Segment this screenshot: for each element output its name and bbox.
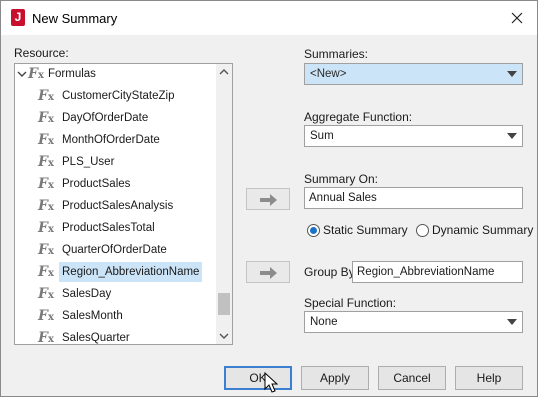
help-button-label: Help	[476, 371, 502, 385]
formula-icon: Fx	[38, 264, 54, 280]
aggregate-label: Aggregate Function:	[304, 110, 413, 124]
aggregate-function-dropdown[interactable]: Sum	[304, 125, 523, 147]
add-summary-on-button[interactable]	[246, 188, 290, 210]
close-icon	[511, 12, 523, 24]
formula-icon: Fx	[38, 154, 54, 170]
ok-button[interactable]: OK	[224, 366, 292, 390]
tree-root-label: Formulas	[48, 68, 96, 80]
formula-icon: Fx	[38, 176, 54, 192]
arrow-right-icon	[260, 194, 277, 206]
dynamic-summary-label[interactable]: Dynamic Summary	[432, 223, 533, 237]
summaries-value: <New>	[310, 68, 347, 80]
tree-scrollbar[interactable]	[216, 64, 232, 344]
static-summary-radio[interactable]	[307, 224, 320, 237]
static-summary-label[interactable]: Static Summary	[323, 223, 408, 237]
summaries-label: Summaries:	[304, 47, 369, 61]
special-function-dropdown[interactable]: None	[304, 311, 523, 333]
special-function-label: Special Function:	[304, 296, 397, 310]
formula-icon: Fx	[38, 198, 54, 214]
summaries-dropdown[interactable]: <New>	[304, 63, 523, 85]
group-by-value: Region_AbbreviationName	[357, 266, 495, 278]
formula-icon: Fx	[38, 220, 54, 236]
group-by-label: Group By	[304, 265, 355, 279]
chevron-down-icon	[507, 71, 517, 77]
tree-item-label: QuarterOfOrderDate	[62, 244, 167, 256]
window-title: New Summary	[32, 11, 118, 26]
new-summary-dialog: J New Summary Resource: Fx Formulas Fx C…	[0, 0, 538, 397]
scroll-up-icon[interactable]	[216, 64, 232, 80]
tree-item-label: DayOfOrderDate	[62, 112, 149, 124]
apply-button-label: Apply	[319, 371, 351, 385]
apply-button[interactable]: Apply	[301, 366, 369, 390]
special-function-value: None	[310, 316, 338, 328]
formula-icon: Fx	[38, 132, 54, 148]
formula-icon: Fx	[38, 308, 54, 324]
formula-icon: Fx	[38, 242, 54, 258]
mouse-cursor-icon	[264, 372, 278, 393]
summary-on-field[interactable]: Annual Sales	[304, 187, 523, 209]
tree-item-label: MonthOfOrderDate	[62, 134, 160, 146]
tree-item-label: ProductSalesTotal	[62, 222, 155, 234]
cancel-button-label: Cancel	[393, 371, 431, 385]
tree-item-label: CustomerCityStateZip	[62, 90, 175, 102]
summary-on-label: Summary On:	[304, 172, 379, 186]
chevron-down-icon	[507, 319, 517, 325]
aggregate-value: Sum	[310, 130, 334, 142]
tree-item-label: PLS_User	[62, 156, 115, 168]
formula-icon: Fx	[38, 88, 54, 104]
chevron-down-icon	[507, 133, 517, 139]
arrow-right-icon	[260, 267, 277, 279]
tree-item-label: SalesDay	[62, 288, 112, 300]
tree-item-label: SalesQuarter	[62, 332, 130, 344]
app-logo-icon: J	[11, 9, 25, 26]
formula-icon: Fx	[38, 330, 54, 345]
tree-item-label: SalesMonth	[62, 310, 123, 322]
chevron-down-icon[interactable]	[17, 69, 27, 79]
resource-label: Resource:	[14, 46, 69, 60]
cancel-button[interactable]: Cancel	[378, 366, 446, 390]
resource-tree[interactable]: Fx Formulas Fx CustomerCityStateZip Fx D…	[14, 63, 233, 345]
title-bar: J New Summary	[1, 1, 537, 35]
tree-item-label: ProductSales	[62, 178, 131, 190]
close-button[interactable]	[505, 6, 529, 30]
help-button[interactable]: Help	[455, 366, 523, 390]
formula-icon: Fx	[38, 110, 54, 126]
formula-icon: Fx	[38, 286, 54, 302]
tree-item-label: Region_AbbreviationName	[59, 262, 203, 282]
scrollbar-thumb[interactable]	[218, 293, 230, 315]
summary-on-value: Annual Sales	[309, 192, 377, 204]
scroll-down-icon[interactable]	[216, 328, 232, 344]
dynamic-summary-radio[interactable]	[416, 224, 429, 237]
add-group-by-button[interactable]	[246, 261, 290, 283]
group-by-field[interactable]: Region_AbbreviationName	[352, 261, 523, 283]
tree-item-label: ProductSalesAnalysis	[62, 200, 174, 212]
formula-icon: Fx	[28, 66, 44, 82]
